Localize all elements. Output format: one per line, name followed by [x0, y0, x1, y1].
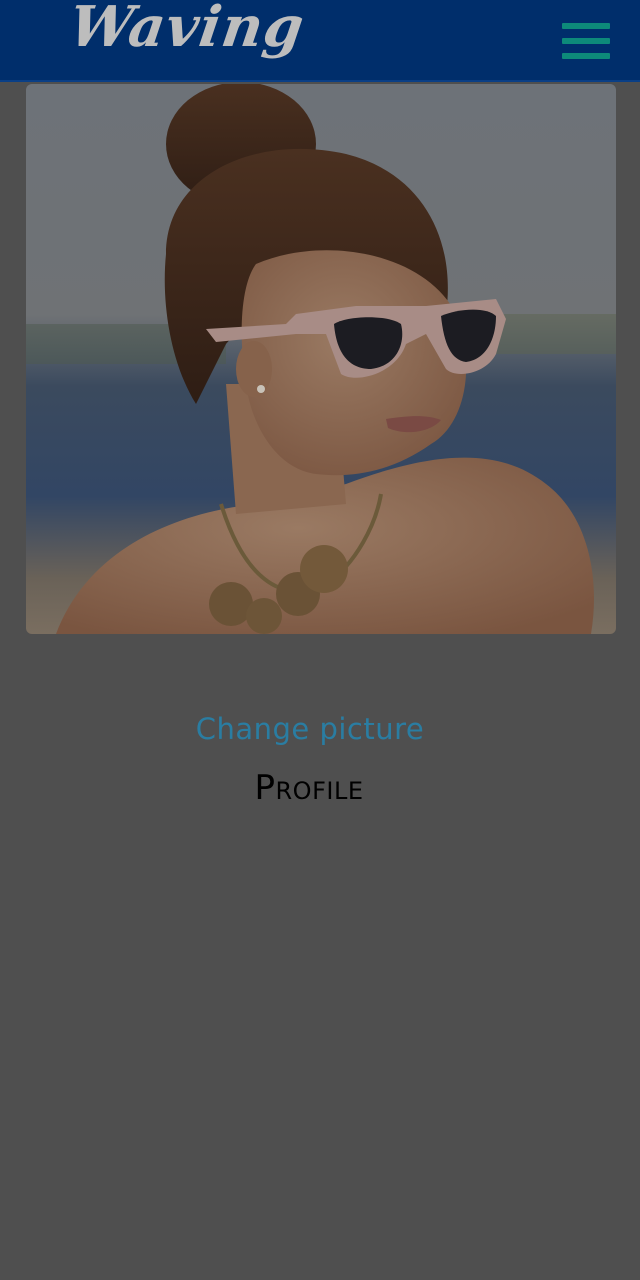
- menu-bar-line: [562, 23, 610, 29]
- app-logo[interactable]: Waving: [65, 0, 308, 60]
- hamburger-menu-icon[interactable]: [560, 22, 612, 60]
- app-header: Waving: [0, 0, 640, 82]
- profile-photo-illustration: [26, 84, 616, 634]
- change-picture-link[interactable]: Change picture: [0, 712, 620, 746]
- profile-picture: [26, 84, 616, 634]
- menu-bar-line: [562, 38, 610, 44]
- menu-bar-line: [562, 53, 610, 59]
- page-title: Profile: [254, 768, 364, 808]
